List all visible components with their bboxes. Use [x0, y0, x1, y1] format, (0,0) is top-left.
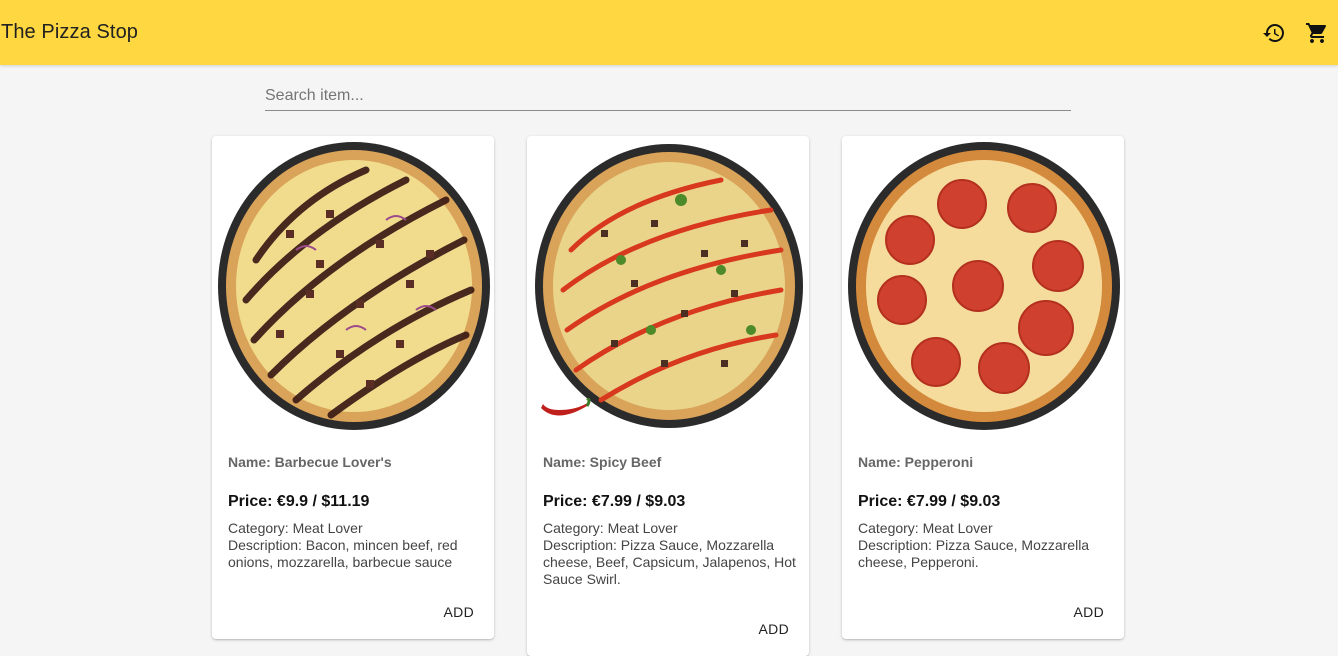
app-title: The Pizza Stop	[1, 21, 139, 43]
cart-button[interactable]	[1304, 20, 1330, 46]
product-name: Name: Spicy Beef	[543, 454, 662, 470]
product-name: Name: Barbecue Lover's	[228, 454, 392, 470]
product-category: Category: Meat Lover	[858, 520, 993, 536]
history-icon	[1263, 24, 1284, 42]
product-price: Price: €7.99 / $9.03	[543, 493, 686, 510]
add-button[interactable]: ADD	[759, 621, 789, 637]
search-input[interactable]	[265, 82, 1071, 110]
pepperoni-pizza-image	[848, 142, 1120, 430]
product-category: Category: Meat Lover	[228, 520, 363, 536]
product-card-pepperoni: Name: Pepperoni Price: €7.99 / $9.03 Cat…	[842, 136, 1124, 639]
chili-icon	[541, 398, 591, 416]
history-button[interactable]	[1261, 20, 1287, 46]
product-description: Description: Bacon, mincen beef, red oni…	[228, 537, 458, 570]
app-bar: The Pizza Stop	[0, 0, 1338, 65]
search-field	[265, 82, 1071, 111]
bbq-pizza-image	[218, 142, 490, 430]
product-card-barbecue-lovers: Name: Barbecue Lover's Price: €9.9 / $11…	[212, 136, 494, 639]
product-name: Name: Pepperoni	[858, 454, 974, 470]
add-button[interactable]: ADD	[444, 604, 474, 620]
product-description: Description: Pizza Sauce, Mozzarella che…	[543, 537, 796, 587]
product-price: Price: €7.99 / $9.03	[858, 493, 1001, 510]
cart-icon	[1306, 23, 1327, 43]
product-card-spicy-beef: Name: Spicy Beef Price: €7.99 / $9.03 Ca…	[527, 136, 809, 656]
add-button[interactable]: ADD	[1074, 604, 1104, 620]
spicy-beef-pizza-image	[535, 144, 803, 428]
product-price: Price: €9.9 / $11.19	[228, 493, 370, 510]
product-description: Description: Pizza Sauce, Mozzarella che…	[858, 537, 1090, 570]
product-category: Category: Meat Lover	[543, 520, 678, 536]
